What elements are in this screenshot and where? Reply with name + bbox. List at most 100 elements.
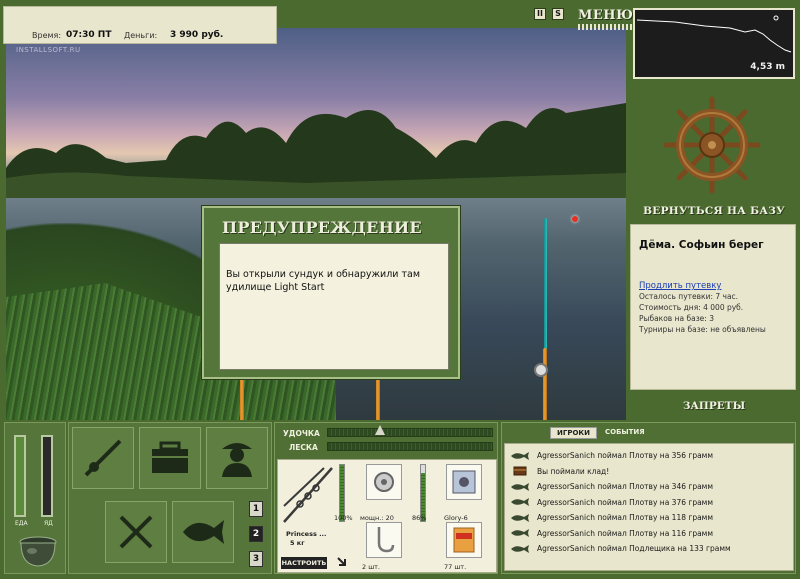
- rods-slot[interactable]: [72, 427, 134, 489]
- fish-icon: [511, 544, 529, 553]
- poison-label: ЯД: [44, 520, 53, 527]
- bans-button[interactable]: ЗАПРЕТЫ: [632, 400, 796, 412]
- dialog-title: ПРЕДУПРЕЖДЕНИЕ: [222, 218, 422, 237]
- anglers-count: Рыбаков на базе: 3: [639, 314, 714, 323]
- event-text: AgressorSanich поймал Плотву на 118 грам…: [537, 513, 713, 523]
- pot-icon[interactable]: [17, 533, 59, 569]
- reel-icon: [534, 363, 548, 377]
- rod-name: Princess ...: [286, 530, 327, 538]
- watermark: INSTALLSOFT.RU: [16, 46, 81, 54]
- event-text: AgressorSanich поймал Подлещика на 133 г…: [537, 544, 731, 554]
- tab-players[interactable]: ИГРОКИ: [550, 427, 597, 439]
- location-panel: Дёма. Софьин берег Продлить путевку Оста…: [630, 224, 796, 390]
- rod-2[interactable]: [376, 378, 380, 420]
- ship-wheel-icon[interactable]: [662, 95, 762, 195]
- food-bar: [14, 435, 26, 517]
- event-item: AgressorSanich поймал Плотву на 376 грам…: [509, 495, 793, 511]
- event-item: AgressorSanich поймал Плотву на 118 грам…: [509, 510, 793, 526]
- fish-slot[interactable]: [172, 501, 234, 563]
- event-text: AgressorSanich поймал Плотву на 356 грам…: [537, 451, 713, 461]
- fish-icon: [511, 513, 529, 522]
- page-2-button[interactable]: 2: [249, 526, 263, 542]
- reel-icon: [374, 472, 394, 492]
- event-list: AgressorSanich поймал Плотву на 356 грам…: [504, 443, 794, 571]
- rod-1[interactable]: [240, 378, 244, 420]
- day-cost: Стоимость дня: 4 000 руб.: [639, 303, 744, 312]
- event-item: AgressorSanich поймал Плотву на 116 грам…: [509, 526, 793, 542]
- lure-name: Glory-6: [444, 514, 468, 522]
- bait-icon: [453, 527, 475, 553]
- chest-icon: [513, 466, 527, 476]
- page-1-button[interactable]: 1: [249, 501, 263, 517]
- fish-icon: [511, 529, 529, 538]
- fish-icon: [511, 451, 529, 460]
- events-panel: ИГРОКИ СОБЫТИЯ AgressorSanich поймал Пло…: [501, 422, 796, 574]
- angler-icon: [222, 443, 252, 477]
- treeline: [6, 103, 626, 198]
- event-text: AgressorSanich поймал Плотву на 346 грам…: [537, 482, 713, 492]
- rod-tension-meter: [327, 428, 493, 437]
- depth-gauge: 4,53 m: [633, 8, 795, 79]
- hook-count: 2 шт.: [362, 563, 381, 571]
- menu-button[interactable]: МЕНЮ: [578, 8, 633, 30]
- event-item: Вы поймали клад!: [509, 464, 793, 480]
- line-tension-meter: [327, 442, 493, 451]
- fish-icon: [511, 498, 529, 507]
- inventory-icons: 1 2 3: [68, 422, 272, 574]
- warning-dialog[interactable]: ПРЕДУПРЕЖДЕНИЕ Вы открыли сундук и обнар…: [202, 206, 460, 379]
- back-to-base-button[interactable]: ВЕРНУТЬСЯ НА БАЗУ: [632, 205, 796, 217]
- rod-thumb-icon[interactable]: [280, 462, 336, 526]
- food-label: ЕДА: [15, 520, 28, 527]
- tension-pointer-icon: [375, 425, 385, 435]
- event-item: AgressorSanich поймал Плотву на 356 грам…: [509, 448, 793, 464]
- page-3-button[interactable]: 3: [249, 551, 263, 567]
- tab-events[interactable]: СОБЫТИЯ: [599, 427, 651, 439]
- rod-percent: 100%: [334, 514, 353, 522]
- needs-panel: ЕДА ЯД: [4, 422, 66, 574]
- top-icons: II S: [534, 8, 564, 20]
- money-label: Деньги:: [124, 31, 158, 40]
- event-item: AgressorSanich поймал Плотву на 346 грам…: [509, 479, 793, 495]
- fish-icon: [183, 520, 224, 544]
- extend-permit-link[interactable]: Продлить путевку: [639, 281, 787, 291]
- event-text: AgressorSanich поймал Плотву на 376 грам…: [537, 497, 713, 507]
- depth-value: 4,53 m: [750, 62, 785, 72]
- pause-icon[interactable]: II: [534, 8, 546, 20]
- permit-remaining: Осталось путевки: 7 час.: [639, 292, 739, 301]
- events-tabs: ИГРОКИ СОБЫТИЯ: [550, 427, 651, 439]
- angler-slot[interactable]: [206, 427, 268, 489]
- lure-slot[interactable]: [446, 464, 482, 500]
- rod-tension-label: УДОЧКА: [283, 429, 320, 438]
- bait-count: 77 шт.: [444, 563, 467, 571]
- tune-button[interactable]: НАСТРОИТЬ: [281, 557, 327, 569]
- tackle-panel: УДОЧКА ЛЕСКА 100% Princess ... 5 кг НАСТ…: [274, 422, 498, 574]
- reel-power: мощн.: 20: [360, 514, 394, 522]
- poison-bar: [41, 435, 53, 517]
- reel-percent: 86%: [412, 514, 427, 522]
- event-item: AgressorSanich поймал Подлещика на 133 г…: [509, 541, 793, 557]
- food-slot[interactable]: [105, 501, 167, 563]
- bait-slot[interactable]: [446, 522, 482, 558]
- time-label: Время:: [32, 31, 62, 40]
- arrow-down-right-icon[interactable]: [336, 556, 348, 568]
- cutlery-icon: [119, 515, 153, 549]
- rod-icon: [84, 439, 122, 477]
- tackle-box: 100% Princess ... 5 кг НАСТРОИТЬ мощн.: …: [277, 459, 497, 573]
- event-text: AgressorSanich поймал Плотву на 116 грам…: [537, 528, 713, 538]
- hook-slot[interactable]: [366, 522, 402, 558]
- box-slot[interactable]: [139, 427, 201, 489]
- lure-icon: [452, 470, 476, 494]
- money-value: 3 990 руб.: [170, 30, 224, 40]
- event-text: Вы поймали клад!: [537, 466, 610, 476]
- game-screen: INSTALLSOFT.RU Время: 07:30 ПТ Деньги: 3…: [0, 0, 800, 579]
- rod-3-handle[interactable]: [543, 348, 547, 420]
- food-fill: [16, 437, 24, 515]
- time-value: 07:30 ПТ: [66, 30, 112, 40]
- fish-icon: [511, 482, 529, 491]
- float-1: [572, 216, 578, 222]
- dialog-body: Вы открыли сундук и обнаружили там удили…: [219, 243, 449, 370]
- sound-icon[interactable]: S: [552, 8, 564, 20]
- tackle-box-icon: [152, 441, 188, 473]
- reel-slot[interactable]: [366, 464, 402, 500]
- dialog-message: Вы открыли сундук и обнаружили там удили…: [226, 269, 420, 293]
